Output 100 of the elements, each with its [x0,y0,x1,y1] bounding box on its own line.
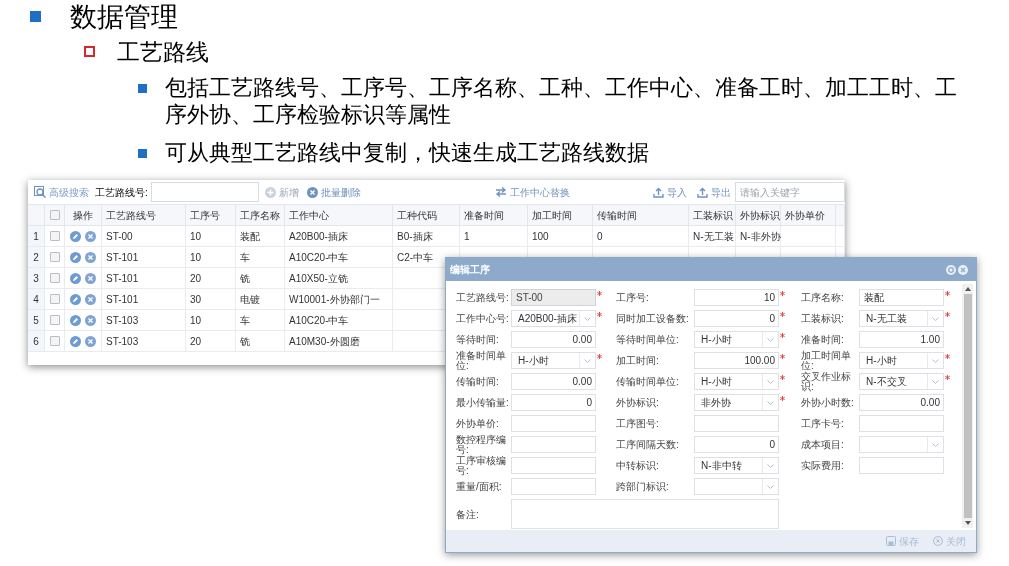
chevron-icon [932,442,939,447]
checkbox[interactable] [49,315,60,325]
checkbox[interactable] [49,294,60,304]
input-field[interactable] [150,182,259,202]
dropdown[interactable]: A20B00-插床 [511,310,596,327]
input-field[interactable]: 0 [511,394,596,411]
bullet-icon [138,84,147,93]
bullet-icon [84,46,95,57]
column-header[interactable]: 工艺路线号 [106,207,156,223]
field-label: 成本项目: [801,439,845,450]
table-cell-text: A10C20-中车 [289,313,349,328]
column-header[interactable]: 外协单价 [785,207,825,223]
field-label: 外协单价: [456,418,500,429]
field-label: 最小传输量: [456,397,510,408]
input-field[interactable]: 10 [694,289,779,306]
dropdown[interactable]: H-小时 [511,352,596,369]
input-field[interactable] [511,478,596,495]
column-header[interactable]: 工装标识 [693,207,733,223]
table-cell-text: 0 [597,229,603,244]
checkbox[interactable] [49,273,60,283]
table-cell-text: A20B00-插床 [289,229,348,244]
table-cell-text: A10X50-立铣 [289,271,348,286]
table-cell-text: B0-插床 [397,229,433,244]
chevron-icon [584,316,591,321]
input-field[interactable] [511,415,596,432]
checkbox[interactable] [49,231,60,241]
restore-icon[interactable] [946,264,956,275]
dropdown[interactable]: N-不交叉 [859,373,944,390]
column-header[interactable]: 准备时间 [464,207,504,223]
column-header[interactable]: 工种代码 [397,207,437,223]
column-header[interactable]: 传输时间 [597,207,637,223]
checkbox[interactable] [49,252,60,262]
input-field[interactable] [859,415,944,432]
input-field[interactable]: 0 [694,436,779,453]
dropdown[interactable] [859,436,944,453]
input-field[interactable] [859,457,944,474]
delete-icon[interactable] [85,230,96,242]
bullet-text: 工艺路线 [117,38,209,67]
table-cell-text: 装配 [240,229,260,244]
bullet-text: 包括工艺路线号、工序号、工序名称、工种、工作中心、准备工时、加工工时、工序外协、工序检验标识等属性 [165,74,958,128]
field-label: 工序图号: [616,418,660,429]
field-label: 工序卡号: [801,418,845,429]
checkbox[interactable] [49,210,60,220]
column-header[interactable]: 操作 [73,207,93,223]
delete-icon[interactable] [85,314,96,326]
edit-icon[interactable] [70,335,81,347]
text-area[interactable] [511,499,779,529]
input-field[interactable]: 0 [694,310,779,327]
edit-icon[interactable] [70,314,81,326]
field-label: 工序间隔天数: [616,439,680,450]
edit-icon[interactable] [70,272,81,284]
field-label: 传输时间单位: [616,376,680,387]
dropdown[interactable]: H-小时 [694,331,779,348]
scroll-up-icon[interactable] [964,287,971,291]
input-field[interactable]: 0.00 [511,331,596,348]
bullet-icon [30,11,41,22]
input-field[interactable]: 装配 [859,289,944,306]
field-label: 跨部门标识: [616,481,670,492]
chevron-icon [932,379,939,384]
edit-icon[interactable] [70,251,81,263]
chevron-icon [767,484,774,489]
table-cell-text: 车 [240,250,250,265]
column-header[interactable]: 外协标识 [740,207,780,223]
dropdown[interactable]: N-无工装 [859,310,944,327]
input-field[interactable] [694,415,779,432]
edit-icon[interactable] [70,293,81,305]
dropdown[interactable]: H-小时 [694,373,779,390]
input-field[interactable]: 1.00 [859,331,944,348]
input-field[interactable]: 0.00 [511,373,596,390]
delete-icon [306,186,318,198]
scroll-down-icon[interactable] [964,521,971,525]
close-icon[interactable] [958,264,968,275]
delete-icon[interactable] [85,251,96,263]
dropdown[interactable]: 非外协 [694,394,779,411]
delete-icon[interactable] [85,293,96,305]
swap-icon [494,187,507,197]
table-cell-text: A10C20-中车 [289,250,349,265]
delete-icon[interactable] [85,272,96,284]
column-header[interactable]: 工序名称 [240,207,280,223]
column-header[interactable]: 加工时间 [532,207,572,223]
edit-icon[interactable] [70,230,81,242]
scrollbar[interactable] [962,284,973,528]
table-cell-text: 10 [190,313,202,328]
input-field[interactable] [511,457,596,474]
dropdown[interactable] [694,478,779,495]
dropdown[interactable]: N-非中转 [694,457,779,474]
delete-icon[interactable] [85,335,96,347]
input-field[interactable]: 0.00 [859,394,944,411]
chevron-icon [932,316,939,321]
checkbox[interactable] [49,336,60,346]
column-header[interactable]: 工作中心 [289,207,329,223]
input-field[interactable]: ST-00 [511,289,596,306]
field-label: 工序名称: [801,292,845,303]
table-cell-text: W10001-外协部门一 [289,292,380,307]
dropdown[interactable]: H-小时 [859,352,944,369]
input-field[interactable]: 100.00 [694,352,779,369]
chevron-icon [932,358,939,363]
column-header[interactable]: 工序号 [190,207,220,223]
input-field[interactable] [511,436,596,453]
table-cell-text: ST-00 [106,229,133,244]
